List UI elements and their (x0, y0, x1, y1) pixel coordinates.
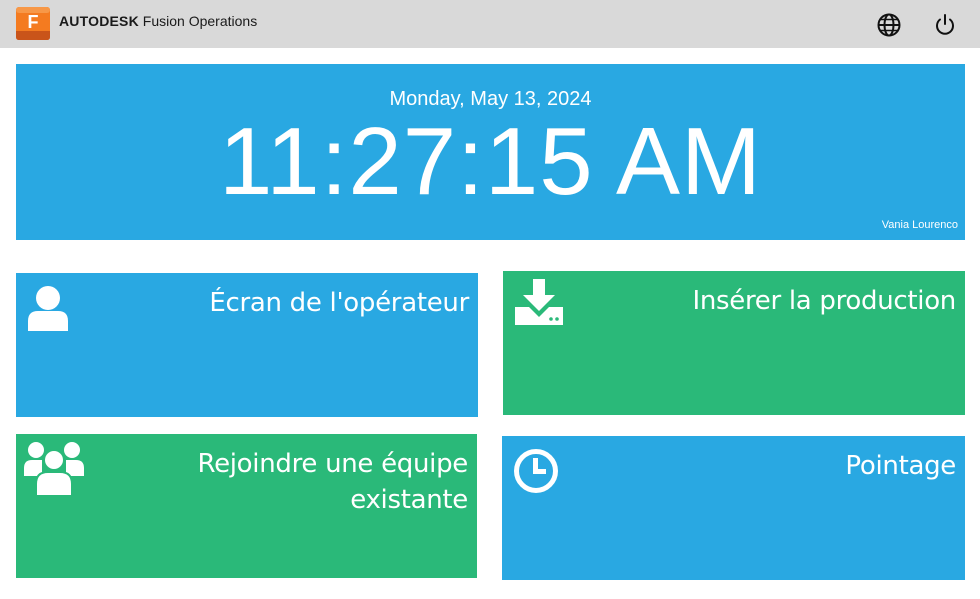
svg-text:F: F (28, 12, 39, 32)
tile-label: Rejoindre une équipe existante (197, 446, 468, 518)
tile-operator-screen[interactable]: Écran de l'opérateur (16, 273, 478, 417)
power-icon[interactable] (932, 12, 958, 38)
brand-title: AUTODESK Fusion Operations (59, 11, 257, 31)
tile-join-team[interactable]: Rejoindre une équipe existante (16, 434, 477, 578)
brand-company: AUTODESK (59, 13, 139, 29)
tile-label: Pointage (845, 451, 956, 481)
tile-label-line2: existante (350, 485, 468, 515)
user-name: Vania Lourenco (881, 219, 958, 231)
download-icon (515, 279, 563, 325)
tile-insert-production[interactable]: Insérer la production (503, 271, 965, 415)
fusion-logo-icon: F (16, 7, 50, 40)
tile-label-line1: Rejoindre une équipe (197, 449, 468, 479)
current-time: 11:27:15 AM (219, 108, 762, 215)
top-bar: F AUTODESK Fusion Operations (0, 0, 980, 48)
tile-label: Écran de l'opérateur (209, 288, 469, 318)
clock-icon (514, 449, 558, 493)
clock-panel: Monday, May 13, 2024 11:27:15 AM Vania L… (16, 64, 965, 240)
tile-label: Insérer la production (692, 286, 957, 316)
user-icon (28, 286, 68, 331)
brand-product: Fusion Operations (142, 13, 258, 29)
tile-time-clock[interactable]: Pointage (502, 436, 965, 580)
globe-icon[interactable] (876, 12, 902, 38)
team-icon (24, 442, 84, 496)
